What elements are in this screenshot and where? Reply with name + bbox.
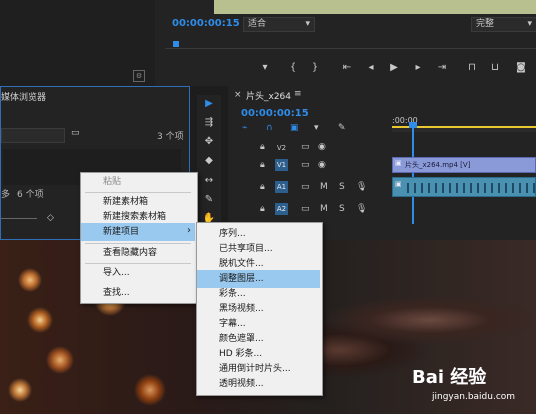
- track-label[interactable]: A1: [275, 181, 288, 193]
- snap-icon[interactable]: ⌁: [242, 123, 247, 133]
- quality-select[interactable]: 完整 ▾: [471, 17, 536, 32]
- track-label[interactable]: V2: [275, 142, 288, 154]
- chevron-down-icon: ▾: [527, 19, 532, 29]
- ripple-edit-tool-icon[interactable]: ✥: [201, 136, 217, 150]
- sequence-tab[interactable]: 片头_x264: [246, 89, 291, 102]
- watermark-url: jingyan.baidu.com: [432, 392, 516, 402]
- context-menu: 粘贴 新建素材箱 新建搜索素材箱 新建项目 › 查看隐藏内容 导入... 查找.…: [80, 172, 198, 304]
- magnet-icon[interactable]: ∩: [266, 123, 273, 133]
- item-count-top: 3 个项: [157, 132, 184, 142]
- sync-lock-icon[interactable]: ▭: [301, 160, 310, 170]
- mute-button[interactable]: M: [320, 182, 328, 192]
- go-to-out-icon[interactable]: ⇥: [435, 62, 449, 73]
- monitor-scrubber[interactable]: [165, 41, 536, 49]
- marker-icon[interactable]: ▾: [258, 62, 272, 73]
- watermark-logo: Bai 经验: [412, 367, 487, 388]
- item-count-bottom: 6 个项: [17, 190, 44, 200]
- program-timecode[interactable]: 00:00:00:15: [172, 18, 240, 29]
- step-back-icon[interactable]: ◂: [364, 62, 378, 73]
- razor-tool-icon[interactable]: ◆: [201, 155, 217, 169]
- zoom-slider[interactable]: [1, 218, 37, 219]
- fx-badge: ▣: [395, 180, 402, 188]
- submenu-item-transparent-video[interactable]: 透明视频...: [197, 375, 320, 393]
- microphone-icon[interactable]: 🎙︎: [356, 204, 367, 214]
- new-item-submenu: 序列... 已共享项目... 脱机文件... 调整图层... 彩条... 黑场视…: [196, 222, 323, 396]
- menu-item-new-item[interactable]: 新建项目: [81, 223, 195, 241]
- timeline-toolbar: ⌁ ∩ ▣ ▾ ✎: [242, 123, 372, 135]
- transport-controls: ▾ { } ⇤ ◂ ▶ ▸ ⇥ ⊓ ⊔ ◙: [258, 62, 536, 76]
- mark-out-icon[interactable]: }: [308, 62, 322, 73]
- extract-icon[interactable]: ⊔: [488, 62, 502, 73]
- linked-selection-icon[interactable]: ▣: [290, 123, 299, 133]
- tools-panel: ▶ ⇶ ✥ ◆ ↔ ✎ ✋: [197, 95, 221, 240]
- close-tab-icon[interactable]: ×: [234, 90, 242, 100]
- eye-icon[interactable]: ◉: [318, 160, 326, 170]
- sort-icon[interactable]: ◇: [47, 213, 54, 223]
- quality-select-value: 完整: [476, 19, 495, 29]
- fx-badge: ▣: [395, 159, 402, 167]
- solo-button[interactable]: S: [339, 204, 345, 214]
- program-video-frame: [214, 0, 536, 14]
- play-icon[interactable]: ▶: [387, 62, 401, 73]
- folder-icon[interactable]: ▭: [71, 128, 83, 139]
- track-headers: 🔒︎ V2 ▭ ◉ 🔒︎ V1 ▭ ◉ 🔒︎ A1 ▭ M S 🎙︎ 🔒︎ A2…: [228, 140, 390, 228]
- timeline-panel: × 片头_x264 ≡ 00:00:00:15 ⌁ ∩ ▣ ▾ ✎ :00:00…: [228, 86, 536, 240]
- mark-in-icon[interactable]: {: [286, 62, 300, 73]
- microphone-icon[interactable]: 🎙︎: [356, 182, 367, 192]
- camera-icon[interactable]: ◙: [514, 62, 528, 73]
- menu-item-import[interactable]: 导入...: [81, 264, 195, 282]
- slip-tool-icon[interactable]: ↔: [201, 175, 217, 189]
- track-label[interactable]: A2: [275, 203, 288, 215]
- add-marker-icon[interactable]: ▾: [314, 123, 319, 133]
- go-to-in-icon[interactable]: ⇤: [340, 62, 354, 73]
- track-select-tool-icon[interactable]: ⇶: [201, 117, 217, 131]
- playhead-handle[interactable]: [409, 122, 417, 128]
- sync-lock-icon[interactable]: ▭: [301, 182, 310, 192]
- audio-waveform: [407, 183, 535, 193]
- lock-icon[interactable]: 🔒︎: [260, 160, 265, 170]
- video-clip[interactable]: ▣ 片头_x264.mp4 [V]: [392, 157, 536, 173]
- sync-lock-icon[interactable]: ▭: [301, 142, 310, 152]
- sync-lock-icon[interactable]: ▭: [301, 204, 310, 214]
- lock-icon[interactable]: 🔒︎: [260, 142, 265, 152]
- menu-item-find[interactable]: 查找...: [81, 284, 195, 302]
- source-panel: ⚙: [0, 0, 155, 86]
- step-forward-icon[interactable]: ▸: [411, 62, 425, 73]
- playhead-marker[interactable]: [173, 41, 179, 47]
- wrench-icon[interactable]: ✎: [338, 123, 346, 133]
- audio-clip[interactable]: ▣: [392, 177, 536, 197]
- submenu-arrow-icon: ›: [187, 225, 191, 236]
- mute-button[interactable]: M: [320, 204, 328, 214]
- menu-item-paste[interactable]: 粘贴: [81, 173, 195, 191]
- lock-icon[interactable]: 🔒︎: [260, 182, 265, 192]
- project-search-input[interactable]: [1, 128, 65, 143]
- track-label[interactable]: V1: [275, 159, 288, 171]
- menu-item-view-hidden[interactable]: 查看隐藏内容: [81, 244, 195, 262]
- lock-icon[interactable]: 🔒︎: [260, 204, 265, 214]
- selection-tool-icon[interactable]: ▶: [201, 98, 217, 112]
- eye-icon[interactable]: ◉: [318, 142, 326, 152]
- fit-select-value: 适合: [248, 19, 267, 29]
- settings-icon[interactable]: ⚙: [133, 70, 145, 82]
- lift-icon[interactable]: ⊓: [465, 62, 479, 73]
- bottom-label: 多: [1, 190, 11, 200]
- clip-name: 片头_x264.mp4 [V]: [405, 161, 471, 169]
- pen-tool-icon[interactable]: ✎: [201, 194, 217, 208]
- timeline-timecode[interactable]: 00:00:00:15: [241, 108, 309, 119]
- media-browser-tab[interactable]: 媒体浏览器: [1, 90, 46, 103]
- chevron-down-icon: ▾: [305, 19, 310, 29]
- solo-button[interactable]: S: [339, 182, 345, 192]
- tab-menu-icon[interactable]: ≡: [294, 89, 302, 99]
- fit-select[interactable]: 适合 ▾: [243, 17, 315, 32]
- playhead[interactable]: [412, 124, 414, 224]
